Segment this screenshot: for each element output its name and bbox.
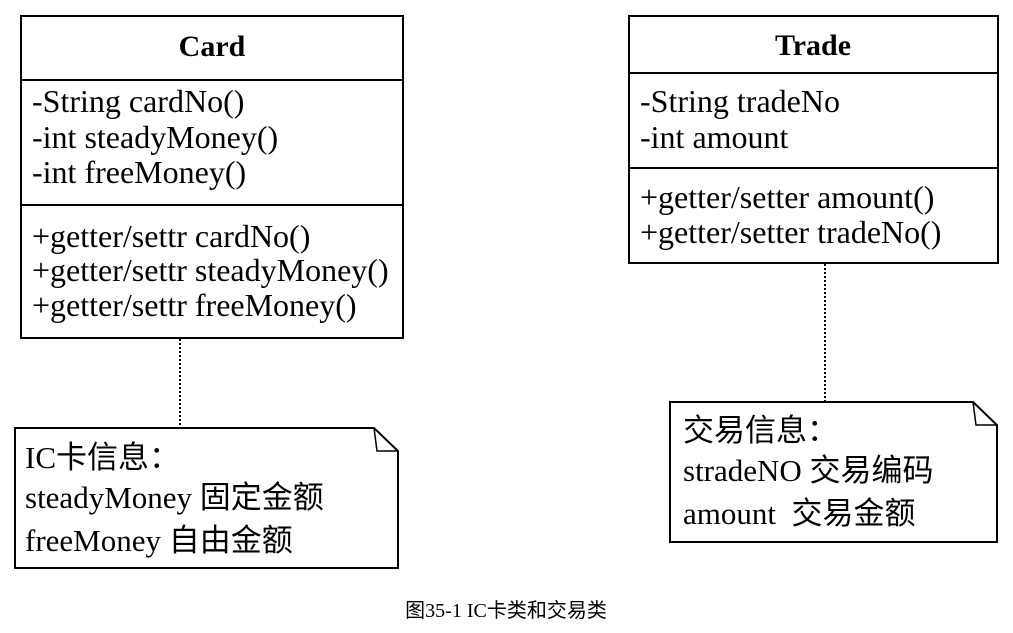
card-note: IC卡信息： steadyMoney 固定金额 freeMoney 自由金额 — [14, 427, 399, 569]
card-method: +getter/settr steadyMoney() — [32, 252, 389, 288]
card-method: +getter/settr freeMoney() — [32, 287, 357, 323]
card-class-name: Card — [179, 30, 246, 63]
figure-caption: 图35-1 IC卡类和交易类 — [405, 599, 607, 622]
card-attribute: -String cardNo() — [32, 83, 244, 119]
trade-note-line: 交易信息： — [683, 413, 838, 448]
card-class: Card -String cardNo() -int steadyMoney()… — [20, 15, 404, 339]
uml-class-diagram: Card -String cardNo() -int steadyMoney()… — [14, 15, 999, 622]
trade-method: +getter/setter amount() — [640, 179, 934, 215]
trade-class: Trade -String tradeNo -int amount +gette… — [628, 15, 999, 264]
trade-method: +getter/setter tradeNo() — [640, 214, 941, 250]
trade-attribute: -String tradeNo — [640, 83, 840, 119]
card-note-line: freeMoney 自由金额 — [25, 523, 293, 558]
card-note-line: IC卡信息： — [25, 440, 180, 475]
trade-attribute: -int amount — [640, 119, 789, 155]
card-method: +getter/settr cardNo() — [32, 218, 310, 254]
card-attribute: -int freeMoney() — [32, 154, 246, 190]
card-attribute: -int steadyMoney() — [32, 119, 278, 155]
trade-class-name: Trade — [775, 29, 851, 62]
trade-note-line: stradeNO 交易编码 — [683, 453, 934, 488]
card-note-line: steadyMoney 固定金额 — [25, 480, 324, 515]
trade-note: 交易信息： stradeNO 交易编码 amount 交易金额 — [669, 401, 998, 543]
trade-note-line: amount 交易金额 — [683, 496, 916, 531]
